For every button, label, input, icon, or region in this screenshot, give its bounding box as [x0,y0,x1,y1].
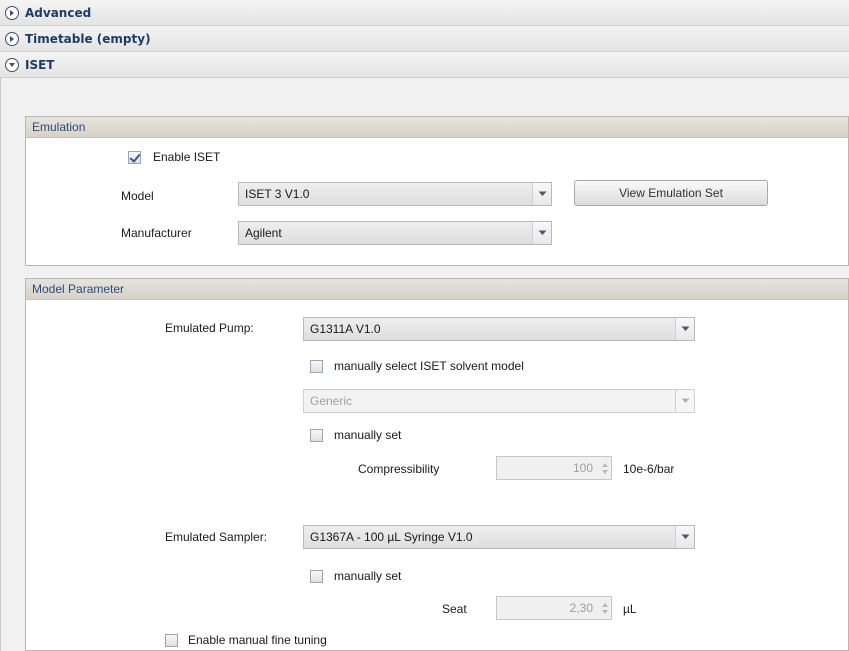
section-advanced-header[interactable]: Advanced [0,0,849,26]
enable-iset-label: Enable ISET [153,150,221,164]
enable-manual-fine-tuning-checkbox[interactable] [165,634,178,647]
compressibility-unit: 10e-6/bar [623,462,675,476]
manually-select-solvent-label: manually select ISET solvent model [334,359,524,373]
compressibility-value: 100 [572,461,593,475]
emulation-group-title: Emulation [26,117,848,138]
model-label: Model [121,189,154,203]
emulated-pump-label: Emulated Pump: [165,321,254,335]
model-select-value: ISET 3 V1.0 [245,187,310,201]
model-select[interactable]: ISET 3 V1.0 [238,182,552,206]
emulated-sampler-select[interactable]: G1367A - 100 µL Syringe V1.0 [303,525,695,549]
manufacturer-label: Manufacturer [121,226,192,240]
enable-manual-fine-tuning-label: Enable manual fine tuning [188,633,327,647]
chevron-down-icon[interactable] [532,222,551,244]
chevron-down-icon[interactable] [532,183,551,205]
view-emulation-set-button[interactable]: View Emulation Set [574,180,768,206]
manufacturer-select-value: Agilent [245,226,282,240]
section-iset-label: ISET [25,57,55,72]
circle-chevron-right-icon [5,5,19,20]
sampler-manually-set-checkbox[interactable] [310,570,323,583]
emulated-sampler-label: Emulated Sampler: [165,530,268,544]
emulated-pump-select[interactable]: G1311A V1.0 [303,317,695,341]
chevron-down-icon[interactable] [675,390,694,412]
compressibility-spinbox[interactable]: 100 [496,456,612,480]
solvent-model-select[interactable]: Generic [303,389,695,413]
iset-section-body: Emulation Enable ISET Model ISET 3 V1.0 … [0,78,849,651]
section-advanced-label: Advanced [25,5,92,20]
compressibility-label: Compressibility [358,462,440,476]
manually-set-compressibility-checkbox[interactable] [310,429,323,442]
model-parameter-group: Model Parameter Emulated Pump: G1311A V1… [25,278,849,651]
chevron-down-icon[interactable] [675,318,694,340]
spin-arrows-icon[interactable] [599,457,611,479]
enable-iset-checkbox[interactable] [128,151,141,164]
seat-unit: µL [623,602,637,616]
solvent-model-value: Generic [310,394,353,408]
manufacturer-select[interactable]: Agilent [238,221,552,245]
emulated-pump-value: G1311A V1.0 [310,322,381,336]
circle-chevron-down-icon [5,57,19,72]
model-parameter-group-title: Model Parameter [26,279,848,300]
chevron-down-icon[interactable] [675,526,694,548]
circle-chevron-right-icon [5,31,19,46]
manually-select-solvent-checkbox[interactable] [310,360,323,373]
sampler-manually-set-label: manually set [334,569,402,583]
section-iset-header[interactable]: ISET [0,52,849,78]
emulation-group: Emulation Enable ISET Model ISET 3 V1.0 … [25,116,849,266]
section-timetable-header[interactable]: Timetable (empty) [0,26,849,52]
section-timetable-label: Timetable (empty) [25,31,151,46]
seat-value: 2,30 [569,601,593,615]
emulated-sampler-value: G1367A - 100 µL Syringe V1.0 [310,530,473,544]
seat-label: Seat [442,602,467,616]
spin-arrows-icon[interactable] [599,597,611,619]
manually-set-compressibility-label: manually set [334,428,402,442]
seat-spinbox[interactable]: 2,30 [496,596,612,620]
